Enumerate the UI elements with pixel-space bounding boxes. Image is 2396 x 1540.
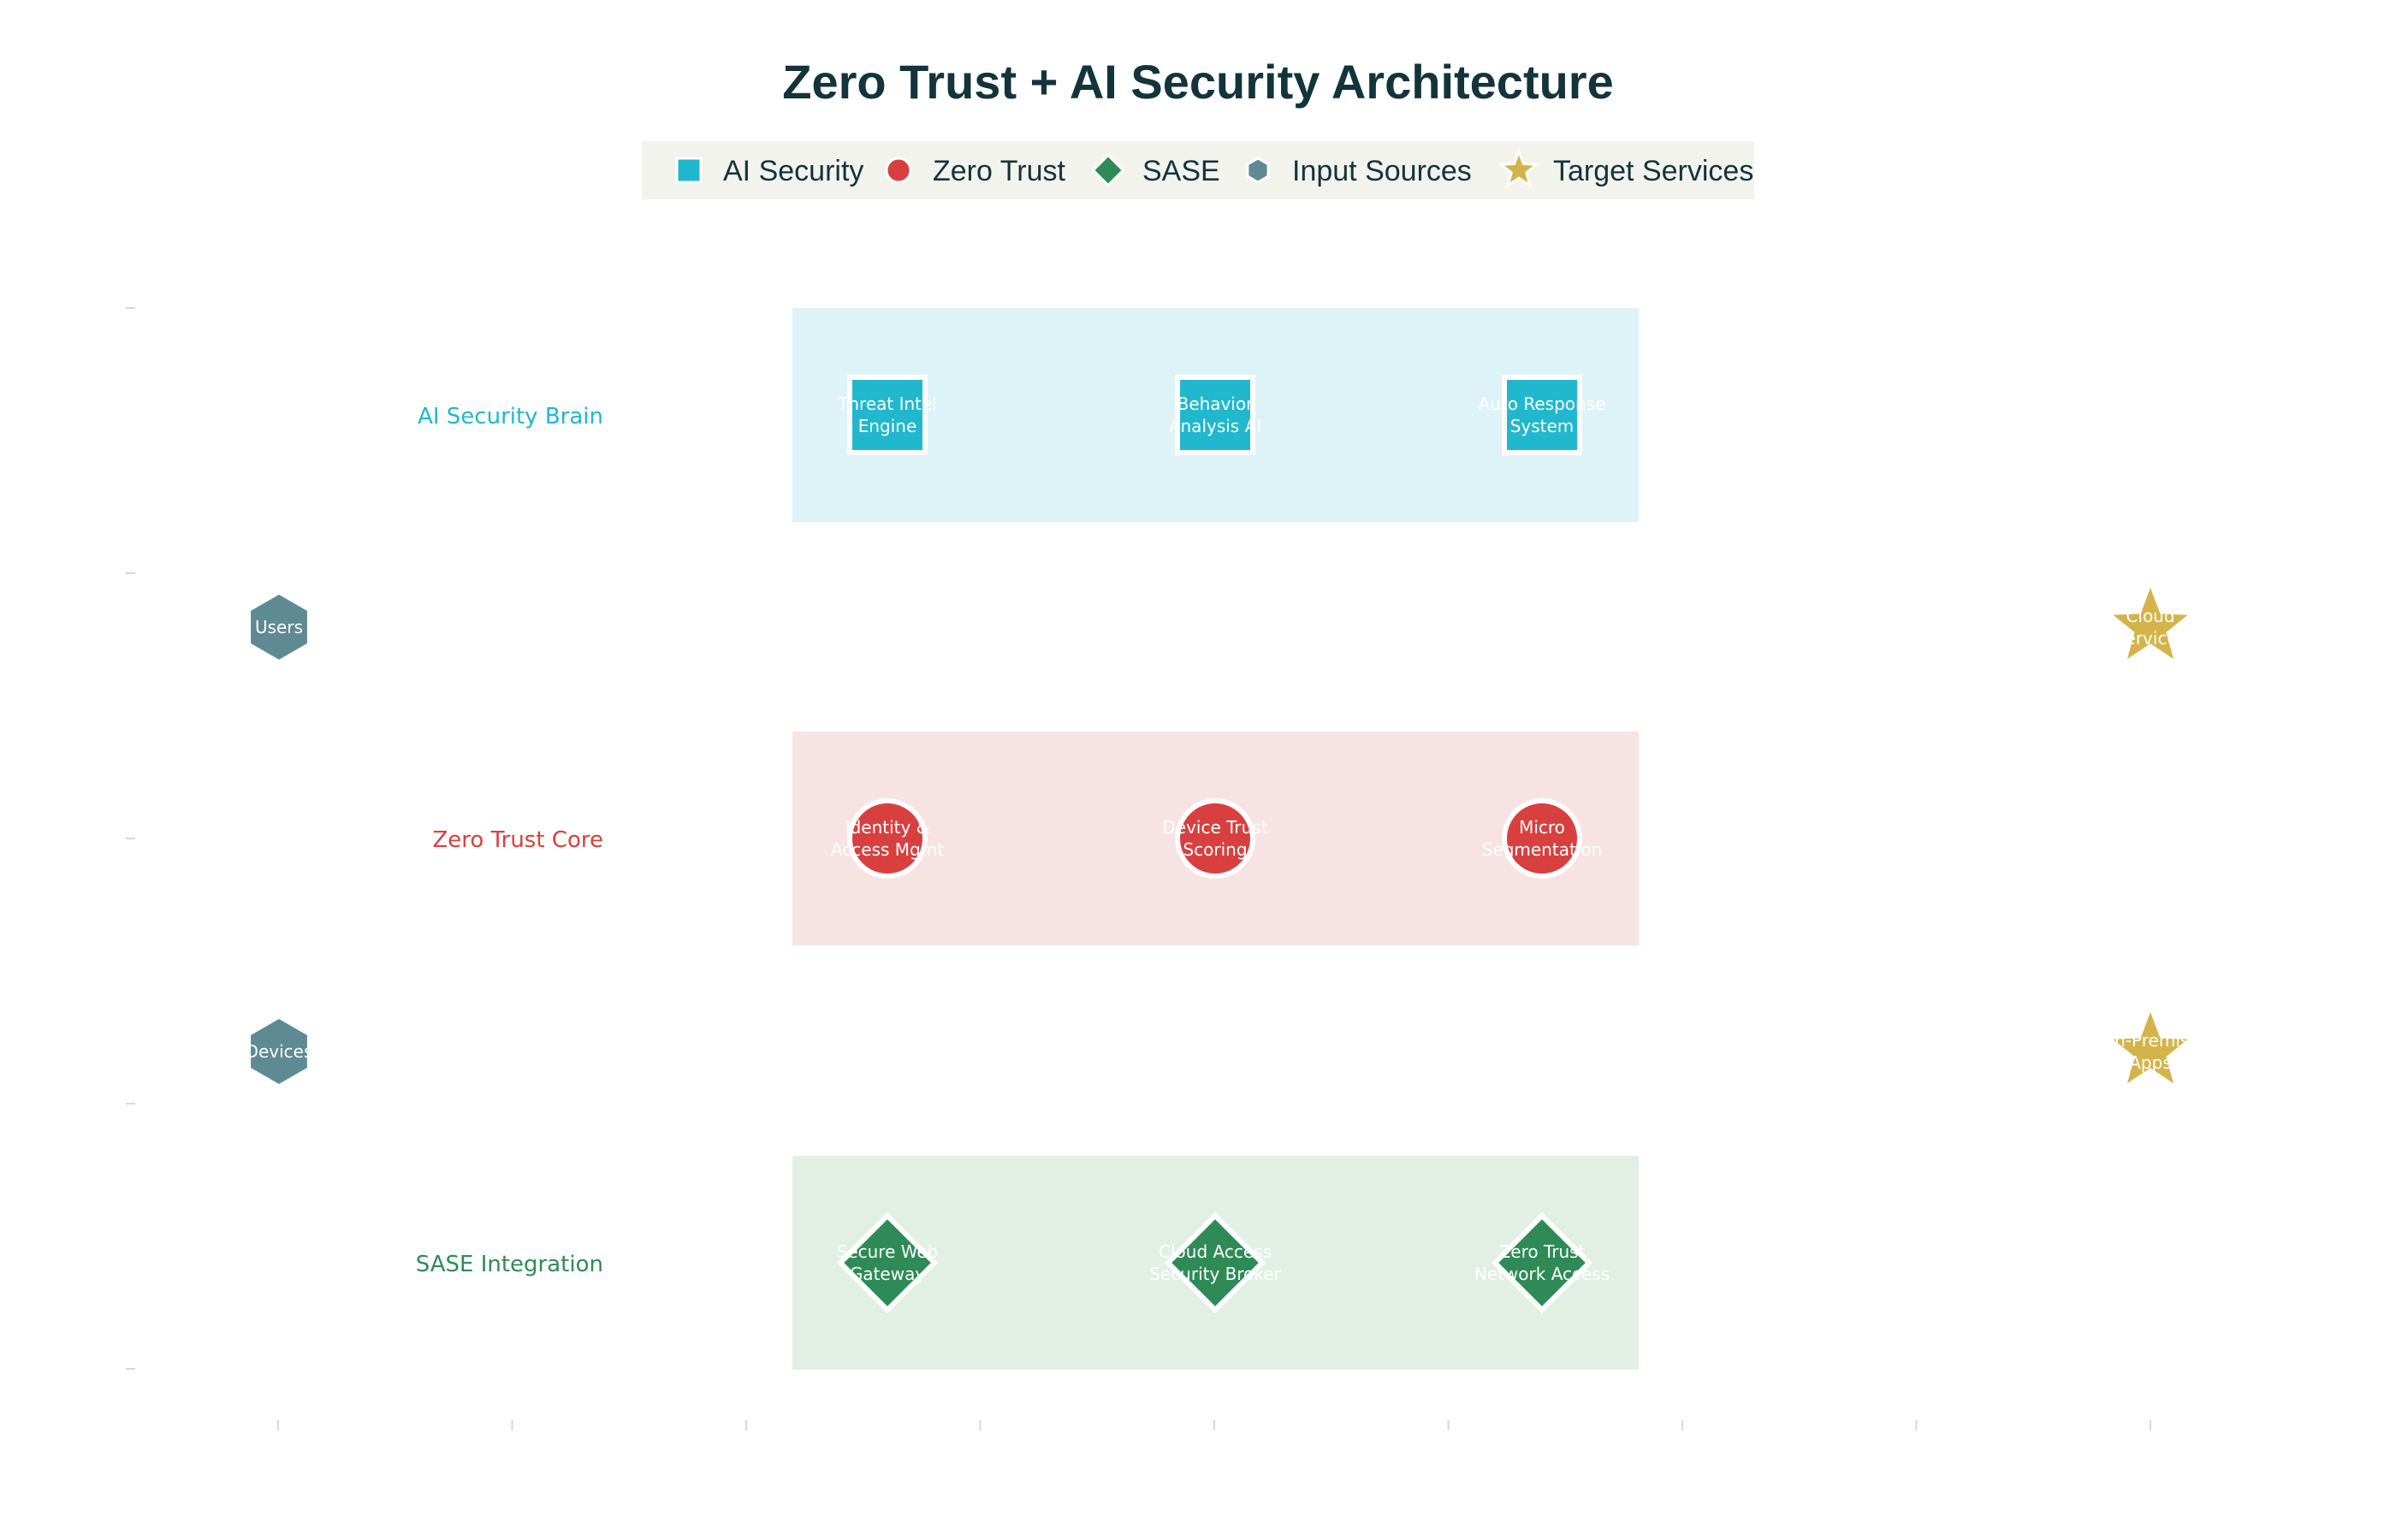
legend-square-icon xyxy=(675,157,703,184)
layer-sase-integration: SASE Integration Secure Web GatewayCloud A… xyxy=(416,1156,1639,1370)
target-services: Cloud Services On-Premise Apps xyxy=(2101,588,2200,1084)
legend-label: Zero Trust xyxy=(933,155,1065,187)
layers: AI Security Brain Threat Intel Engine Behav… xyxy=(416,308,1639,1370)
legend-item-sase: SASE xyxy=(1091,153,1220,187)
legend-label: Target Services xyxy=(1553,155,1753,187)
layer-zero-trust-core: Zero Trust Core Identity & Access MgmtDevi… xyxy=(432,732,1639,945)
input-label: Users xyxy=(255,617,303,637)
legend: AI Security Zero Trust SASE Input Sources Ta… xyxy=(642,141,1754,199)
legend-circle-icon xyxy=(885,157,912,184)
input-sources: Users Devices xyxy=(246,595,313,1084)
legend-hexagon-icon xyxy=(1246,157,1270,184)
legend-label: SASE xyxy=(1142,155,1220,187)
diagram-title: Zero Trust + AI Security Architecture xyxy=(782,55,1613,109)
node-circle-icon xyxy=(1175,798,1255,879)
node-behavior-analysis-ai[interactable]: Behavior Analysis AI xyxy=(1169,375,1261,455)
node-circle-icon xyxy=(1502,798,1582,879)
node-circle-icon xyxy=(847,798,928,879)
layer-label: SASE Integration xyxy=(416,1252,603,1277)
architecture-diagram: Zero Trust + AI Security Architecture AI… xyxy=(126,55,2200,1430)
layer-label: Zero Trust Core xyxy=(432,827,603,853)
input-devices[interactable]: Devices xyxy=(246,1019,313,1084)
node-threat-intel-engine[interactable]: Threat Intel Engine xyxy=(837,375,937,455)
target-cloud-services[interactable]: Cloud Services xyxy=(2113,588,2188,660)
layer-ai-security-brain: AI Security Brain Threat Intel Engine Behav… xyxy=(418,308,1639,522)
node-square-icon xyxy=(1175,375,1255,455)
target-on-premise-apps[interactable]: On-Premise Apps xyxy=(2101,1012,2200,1084)
input-label: Devices xyxy=(246,1041,313,1062)
input-users[interactable]: Users xyxy=(251,595,307,660)
node-square-icon xyxy=(1502,375,1582,455)
layer-label: AI Security Brain xyxy=(418,404,603,429)
node-square-icon xyxy=(847,375,928,455)
legend-label: Input Sources xyxy=(1292,155,1472,187)
legend-label: AI Security xyxy=(723,155,863,187)
